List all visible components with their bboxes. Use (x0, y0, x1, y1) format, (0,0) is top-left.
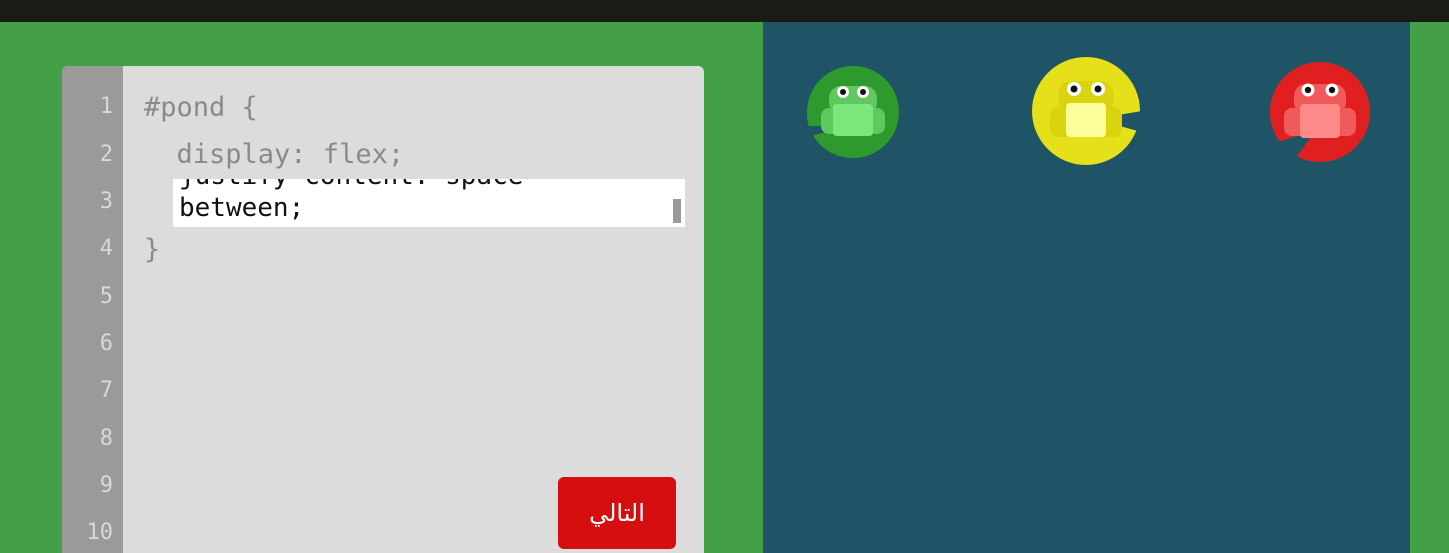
lilypad-green (805, 64, 901, 164)
css-answer-input[interactable]: justify-content: space- between; (173, 179, 685, 227)
input-scrollbar[interactable] (673, 199, 681, 223)
line-number: 1 (99, 94, 113, 119)
lilypad-yellow (1030, 55, 1142, 171)
pond-board (763, 22, 1410, 553)
input-text-previous-line: justify-content: space- (179, 179, 539, 191)
code-line-display-flex: display: flex; (144, 139, 405, 170)
code-editor: 1 2 3 4 5 6 7 8 9 10 #pond { display: fl… (62, 66, 704, 553)
line-number: 3 (99, 189, 113, 214)
input-text: between; (179, 193, 305, 223)
line-number: 9 (99, 473, 113, 498)
red-frog-icon (1270, 62, 1370, 162)
line-number: 5 (99, 284, 113, 309)
top-bar (0, 0, 1449, 22)
line-number-gutter: 1 2 3 4 5 6 7 8 9 10 (62, 66, 123, 553)
line-number: 2 (99, 142, 113, 167)
right-border-strip (1410, 22, 1449, 553)
green-frog-icon (807, 66, 899, 158)
line-number: 4 (99, 236, 113, 261)
next-button[interactable]: التالي (558, 477, 676, 549)
code-line-closing-brace: } (144, 234, 161, 265)
line-number: 6 (99, 331, 113, 356)
line-number: 8 (99, 426, 113, 451)
code-line-pond-selector: #pond { (144, 92, 258, 123)
lilypad-red (1268, 60, 1372, 168)
line-number: 7 (99, 378, 113, 403)
yellow-frog-icon (1032, 57, 1142, 165)
line-number: 10 (86, 520, 114, 545)
